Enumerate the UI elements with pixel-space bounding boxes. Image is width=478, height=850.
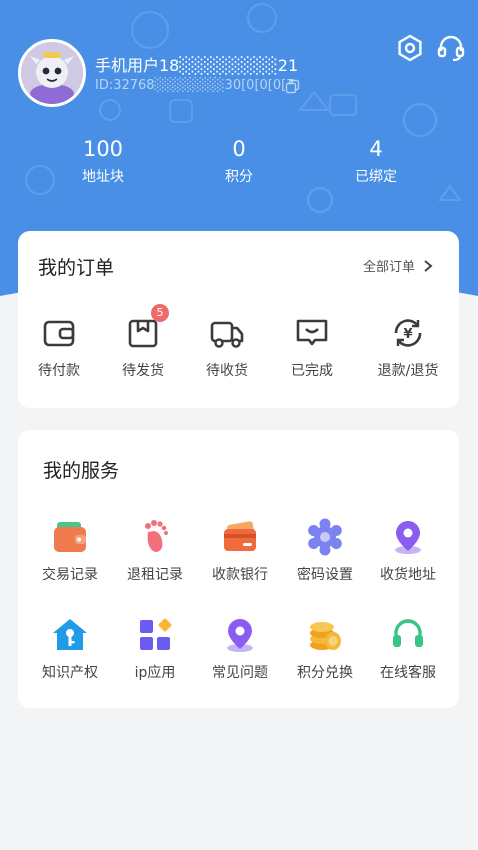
gear-icon — [308, 518, 342, 556]
badge-count: 5 — [151, 304, 169, 322]
order-refund[interactable]: ¥ 退款/退货 — [365, 315, 451, 380]
services-card: 我的服务 交易记录 退租记录 收款银行 密码设置 收货地址 知识产权 ip应用 … — [18, 430, 459, 708]
order-item-label: 待发货 — [122, 363, 164, 379]
order-item-label: 待收货 — [206, 363, 248, 379]
wallet-icon — [54, 522, 86, 552]
stat-points[interactable]: 0 积分 — [179, 136, 299, 186]
footprint-icon — [145, 520, 168, 552]
headset-icon[interactable] — [436, 33, 466, 63]
cartoon-avatar-icon — [21, 42, 83, 104]
stat-label: 已绑定 — [355, 169, 397, 185]
service-label: 积分兑换 — [297, 665, 353, 681]
service-receiving-bank[interactable]: 收款银行 — [198, 518, 282, 584]
service-transaction-records[interactable]: 交易记录 — [28, 518, 112, 584]
service-label: 交易记录 — [42, 567, 98, 583]
service-shipping-address[interactable]: 收货地址 — [366, 518, 450, 584]
stat-value: 0 — [232, 137, 246, 161]
services-title: 我的服务 — [43, 460, 120, 482]
coins-icon — [310, 622, 341, 650]
wallet-icon — [43, 320, 75, 347]
refund-icon: ¥ — [394, 319, 422, 347]
location-pin-icon — [395, 521, 421, 554]
avatar[interactable] — [18, 39, 86, 107]
truck-icon — [210, 321, 244, 348]
chevron-right-icon — [424, 259, 433, 272]
headset-icon — [393, 619, 423, 647]
orders-card: 我的订单 全部订单 待付款 5 待发货 待收货 已完成 ¥ 退款/退货 — [18, 231, 459, 408]
stat-label: 积分 — [225, 169, 253, 185]
bank-card-icon — [224, 521, 256, 551]
service-rent-return-records[interactable]: 退租记录 — [113, 518, 197, 584]
order-item-label: 待付款 — [38, 363, 80, 379]
order-pending-payment[interactable]: 待付款 — [18, 315, 100, 380]
service-points-exchange[interactable]: 积分兑换 — [283, 616, 367, 682]
username: 手机用户18░░░░░░░░21 — [95, 56, 299, 75]
stat-bound[interactable]: 4 已绑定 — [316, 136, 436, 186]
copy-icon[interactable] — [285, 79, 301, 95]
service-password-settings[interactable]: 密码设置 — [283, 518, 367, 584]
service-online-support[interactable]: 在线客服 — [366, 616, 450, 682]
all-orders-link[interactable]: 全部订单 — [363, 256, 433, 275]
service-label: ip应用 — [134, 665, 176, 681]
all-orders-label: 全部订单 — [362, 260, 415, 275]
service-label: 在线客服 — [380, 665, 436, 681]
order-completed[interactable]: 已完成 — [271, 315, 353, 380]
settings-icon[interactable] — [395, 33, 425, 63]
service-ip-apps[interactable]: ip应用 — [113, 616, 197, 682]
service-label: 知识产权 — [42, 665, 98, 681]
service-faq[interactable]: 常见问题 — [198, 616, 282, 682]
house-key-icon — [53, 619, 87, 650]
stat-address-blocks[interactable]: 100 地址块 — [43, 136, 163, 186]
user-id: ID:32768░░░░░░░30[0[0[0[7 — [95, 78, 295, 93]
apps-grid-icon — [140, 618, 172, 650]
service-label: 常见问题 — [212, 665, 268, 681]
stat-value: 4 — [369, 137, 383, 161]
orders-title: 我的订单 — [38, 257, 115, 279]
svg-text:¥: ¥ — [403, 327, 412, 342]
service-intellectual-property[interactable]: 知识产权 — [28, 616, 112, 682]
order-item-label: 已完成 — [291, 363, 333, 379]
service-label: 收货地址 — [380, 567, 436, 583]
order-pending-receipt[interactable]: 待收货 — [186, 315, 268, 380]
stat-label: 地址块 — [82, 169, 124, 185]
message-check-icon — [296, 319, 328, 346]
location-pin-icon — [227, 619, 253, 652]
service-label: 收款银行 — [212, 567, 268, 583]
order-pending-shipment[interactable]: 5 待发货 — [102, 304, 184, 380]
stat-value: 100 — [82, 137, 124, 161]
service-label: 密码设置 — [297, 567, 353, 583]
service-label: 退租记录 — [127, 567, 183, 583]
order-item-label: 退款/退货 — [377, 363, 439, 379]
